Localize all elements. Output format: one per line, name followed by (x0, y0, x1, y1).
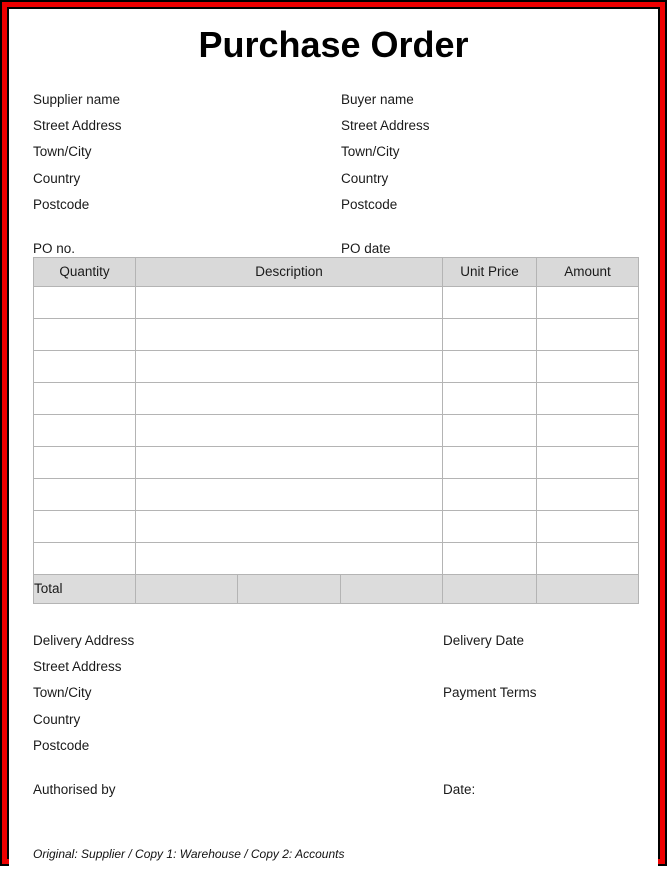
supplier-town-city-label: Town/City (33, 144, 92, 160)
buyer-name-label: Buyer name (341, 91, 414, 107)
page-frame-inner-border: Purchase Order Supplier name Street Addr… (7, 7, 660, 873)
signature-date-label: Date: (443, 781, 476, 797)
supplier-street-address-label: Street Address (33, 118, 122, 133)
cell-quantity[interactable] (33, 445, 136, 479)
line-items-table-footer: Total (33, 573, 639, 604)
cell-quantity[interactable] (33, 509, 136, 543)
cell-amount[interactable] (536, 445, 639, 479)
cell-quantity[interactable] (33, 317, 136, 351)
cell-amount[interactable] (536, 541, 639, 575)
total-sub-cell-3[interactable] (339, 573, 444, 604)
line-items-table: Quantity Description Unit Price Amount T… (33, 256, 639, 604)
cell-unit-price[interactable] (442, 381, 537, 415)
table-row (33, 317, 639, 351)
payment-terms-label: Payment Terms (443, 685, 537, 701)
total-sub-cell-1[interactable] (134, 573, 239, 604)
delivery-and-terms-section: Delivery Address Street Address Town/Cit… (23, 628, 644, 803)
cell-unit-price[interactable] (442, 413, 537, 447)
cell-amount[interactable] (536, 413, 639, 447)
cell-quantity[interactable] (33, 413, 136, 447)
cell-amount[interactable] (536, 477, 639, 511)
po-date-label: PO date (341, 240, 391, 256)
terms-column: Delivery Date Payment Terms Date: (443, 628, 643, 803)
po-number-label: PO no. (33, 240, 76, 256)
table-row (33, 381, 639, 415)
cell-unit-price[interactable] (442, 477, 537, 511)
delivery-address-label: Delivery Address (33, 632, 135, 648)
cell-description[interactable] (135, 509, 443, 543)
cell-unit-price[interactable] (442, 445, 537, 479)
cell-amount[interactable] (536, 509, 639, 543)
total-unit-price-cell[interactable] (442, 573, 537, 604)
buyer-country-label: Country (341, 170, 389, 186)
cell-description[interactable] (135, 285, 443, 319)
supplier-name-label: Supplier name (33, 91, 121, 107)
delivery-street-address-label: Street Address (33, 659, 122, 674)
total-label: Total (33, 573, 136, 604)
buyer-details-column: Buyer name Street Address Town/City Coun… (341, 87, 641, 262)
cell-amount[interactable] (536, 317, 639, 351)
cell-unit-price[interactable] (442, 541, 537, 575)
delivery-country-label: Country (33, 711, 81, 727)
total-sub-cell-2[interactable] (237, 573, 341, 604)
cell-description[interactable] (135, 381, 443, 415)
table-row (33, 541, 639, 575)
cell-quantity[interactable] (33, 541, 136, 575)
buyer-town-city-label: Town/City (341, 144, 400, 160)
supplier-country-label: Country (33, 170, 81, 186)
table-row (33, 509, 639, 543)
cell-amount[interactable] (536, 285, 639, 319)
cell-amount[interactable] (536, 381, 639, 415)
page-frame-red-border: Purchase Order Supplier name Street Addr… (2, 2, 665, 873)
total-amount-cell[interactable] (536, 573, 639, 604)
cell-unit-price[interactable] (442, 509, 537, 543)
supplier-details-column: Supplier name Street Address Town/City C… (33, 87, 333, 262)
buyer-postcode-label: Postcode (341, 197, 398, 213)
cell-unit-price[interactable] (442, 285, 537, 319)
delivery-address-column: Delivery Address Street Address Town/Cit… (33, 628, 423, 803)
cell-amount[interactable] (536, 349, 639, 383)
cell-description[interactable] (135, 317, 443, 351)
supplier-postcode-label: Postcode (33, 197, 90, 213)
cell-description[interactable] (135, 541, 443, 575)
cell-quantity[interactable] (33, 381, 136, 415)
buyer-street-address-label: Street Address (341, 118, 430, 133)
cell-unit-price[interactable] (442, 349, 537, 383)
cell-quantity[interactable] (33, 285, 136, 319)
cell-description[interactable] (135, 445, 443, 479)
table-row (33, 445, 639, 479)
delivery-postcode-label: Postcode (33, 738, 90, 754)
cell-description[interactable] (135, 349, 443, 383)
page-frame-outer-border: Purchase Order Supplier name Street Addr… (0, 0, 667, 873)
delivery-date-label: Delivery Date (443, 632, 525, 648)
party-details-section: Supplier name Street Address Town/City C… (23, 87, 644, 257)
table-row (33, 349, 639, 383)
table-row (33, 477, 639, 511)
line-items-table-body (33, 285, 639, 575)
cell-unit-price[interactable] (442, 317, 537, 351)
terms-spacer-2 (443, 707, 643, 760)
cell-quantity[interactable] (33, 477, 136, 511)
delivery-town-city-label: Town/City (33, 685, 92, 701)
distribution-footer-note: Original: Supplier / Copy 1: Warehouse /… (33, 847, 345, 861)
table-row (33, 285, 639, 319)
page-title: Purchase Order (198, 24, 469, 65)
cell-description[interactable] (135, 477, 443, 511)
purchase-order-document: Purchase Order Supplier name Street Addr… (9, 25, 658, 873)
cell-quantity[interactable] (33, 349, 136, 383)
table-row (33, 413, 639, 447)
authorised-by-label: Authorised by (33, 781, 116, 797)
cell-description[interactable] (135, 413, 443, 447)
terms-spacer-1 (443, 654, 643, 680)
total-row: Total (33, 573, 639, 604)
